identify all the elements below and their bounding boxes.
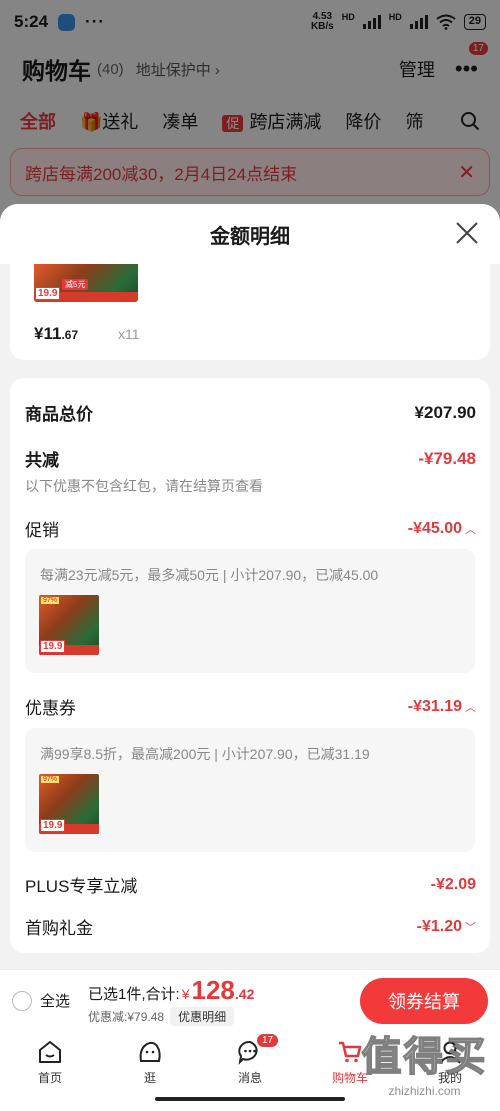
- promo-row[interactable]: 促销 -¥45.00 ︿: [25, 516, 476, 541]
- selected-label: 已选1件,合计:: [88, 986, 180, 1003]
- reduce-value: -¥79.48: [418, 448, 476, 468]
- discount-detail-button[interactable]: 优惠明细: [170, 1007, 235, 1026]
- select-all-label[interactable]: 全选: [40, 990, 70, 1011]
- reduce-row: 共减 -¥79.48: [25, 446, 476, 471]
- browse-icon: [139, 1041, 161, 1062]
- tab-messages-label: 消息: [237, 1071, 262, 1085]
- chevron-up-icon: ︿: [465, 523, 476, 536]
- discount-summary: 优惠减:¥79.48: [88, 1010, 165, 1024]
- thumb-price-tag: 19.9: [40, 819, 66, 832]
- product-price: ¥11.67: [34, 324, 78, 344]
- price-dec: .67: [61, 328, 79, 342]
- plus-value: -¥2.09: [430, 875, 476, 893]
- sheet-title: 金额明细: [210, 225, 290, 248]
- tab-home-label: 首页: [37, 1071, 62, 1085]
- product-card: 减5元 19.9 ¥11.67 x11: [10, 264, 490, 360]
- watermark-url: zhizhizhi.com: [388, 1084, 461, 1098]
- watermark: 值得买 zhizhizhi.com: [352, 1030, 497, 1105]
- coupon-detail-box: 满99享8.5折，最高减200元 | 小计207.90，已减31.19 97% …: [25, 728, 475, 852]
- price-int: ¥11: [34, 324, 62, 343]
- total-int: 128: [191, 975, 235, 1005]
- sheet-header: 金额明细: [0, 204, 500, 264]
- coupon-value: -¥31.19: [407, 697, 462, 715]
- coupon-label: 优惠券: [25, 699, 76, 718]
- reduce-note: 以下优惠不包含红包，请在结算页查看: [25, 478, 263, 494]
- select-all-checkbox[interactable]: [12, 990, 32, 1011]
- coupon-desc: 满99享8.5折，最高减200元 | 小计207.90，已减31.19: [40, 746, 370, 762]
- currency-symbol: ¥: [181, 986, 190, 1002]
- home-icon: [39, 1041, 61, 1063]
- reduce-label: 共减: [25, 451, 59, 470]
- checkout-button[interactable]: 领券结算: [360, 977, 488, 1024]
- plus-label: PLUS专享立减: [25, 877, 138, 896]
- close-icon[interactable]: [454, 220, 480, 246]
- product-qty: x11: [118, 326, 140, 342]
- chevron-down-icon: ﹀: [465, 921, 476, 934]
- total-value: ¥207.90: [414, 402, 476, 422]
- first-purchase-value: -¥1.20: [416, 917, 462, 935]
- total-label: 商品总价: [25, 405, 93, 424]
- tab-home[interactable]: 首页: [0, 1031, 100, 1111]
- thumb-price-tag: 19.9: [40, 640, 66, 653]
- tab-browse-label: 逛: [143, 1071, 156, 1085]
- product-image[interactable]: 减5元 19.9: [34, 264, 138, 302]
- home-indicator: [155, 1097, 345, 1101]
- total-dec: .42: [234, 986, 255, 1002]
- coupon-row[interactable]: 优惠券 -¥31.19 ︿: [25, 694, 476, 719]
- promo-label: 促销: [25, 521, 59, 540]
- discount-tag: 减5元: [62, 279, 89, 290]
- amount-breakdown-card: 商品总价 ¥207.90 共减 -¥79.48 以下优惠不包含红包，请在结算页查…: [10, 378, 490, 953]
- first-purchase-row[interactable]: 首购礼金 -¥1.20 ﹀: [25, 914, 476, 939]
- amount-detail-sheet: 金额明细 减5元 19.9 ¥11.67 x11 商品总价 ¥207.90 共减…: [0, 204, 500, 969]
- checkout-bar: 全选 已选1件,合计: ¥ 128.42 优惠减:¥79.48 优惠明细 领券结…: [0, 969, 500, 1031]
- promo-value: -¥45.00: [407, 519, 462, 537]
- promo-detail-box: 每满23元减5元，最多减50元 | 小计207.90，已减45.00 97% 1…: [25, 549, 475, 673]
- first-purchase-label: 首购礼金: [25, 919, 93, 938]
- coupon-product-thumb[interactable]: 97% 19.9: [39, 774, 99, 834]
- total-row: 商品总价 ¥207.90: [25, 400, 476, 425]
- plus-row: PLUS专享立减 -¥2.09: [25, 872, 476, 897]
- promo-desc: 每满23元减5元，最多减50元 | 小计207.90，已减45.00: [40, 567, 379, 583]
- messages-badge: 17: [256, 1033, 280, 1048]
- promo-product-thumb[interactable]: 97% 19.9: [39, 595, 99, 655]
- chevron-up-icon: ︿: [465, 701, 476, 714]
- checkout-total: 128.42: [192, 975, 255, 1006]
- watermark-logo: 值得买: [361, 1034, 488, 1080]
- checkout-summary: 已选1件,合计: ¥ 128.42 优惠减:¥79.48 优惠明细: [88, 975, 254, 1026]
- price-tag: 19.9: [35, 287, 61, 300]
